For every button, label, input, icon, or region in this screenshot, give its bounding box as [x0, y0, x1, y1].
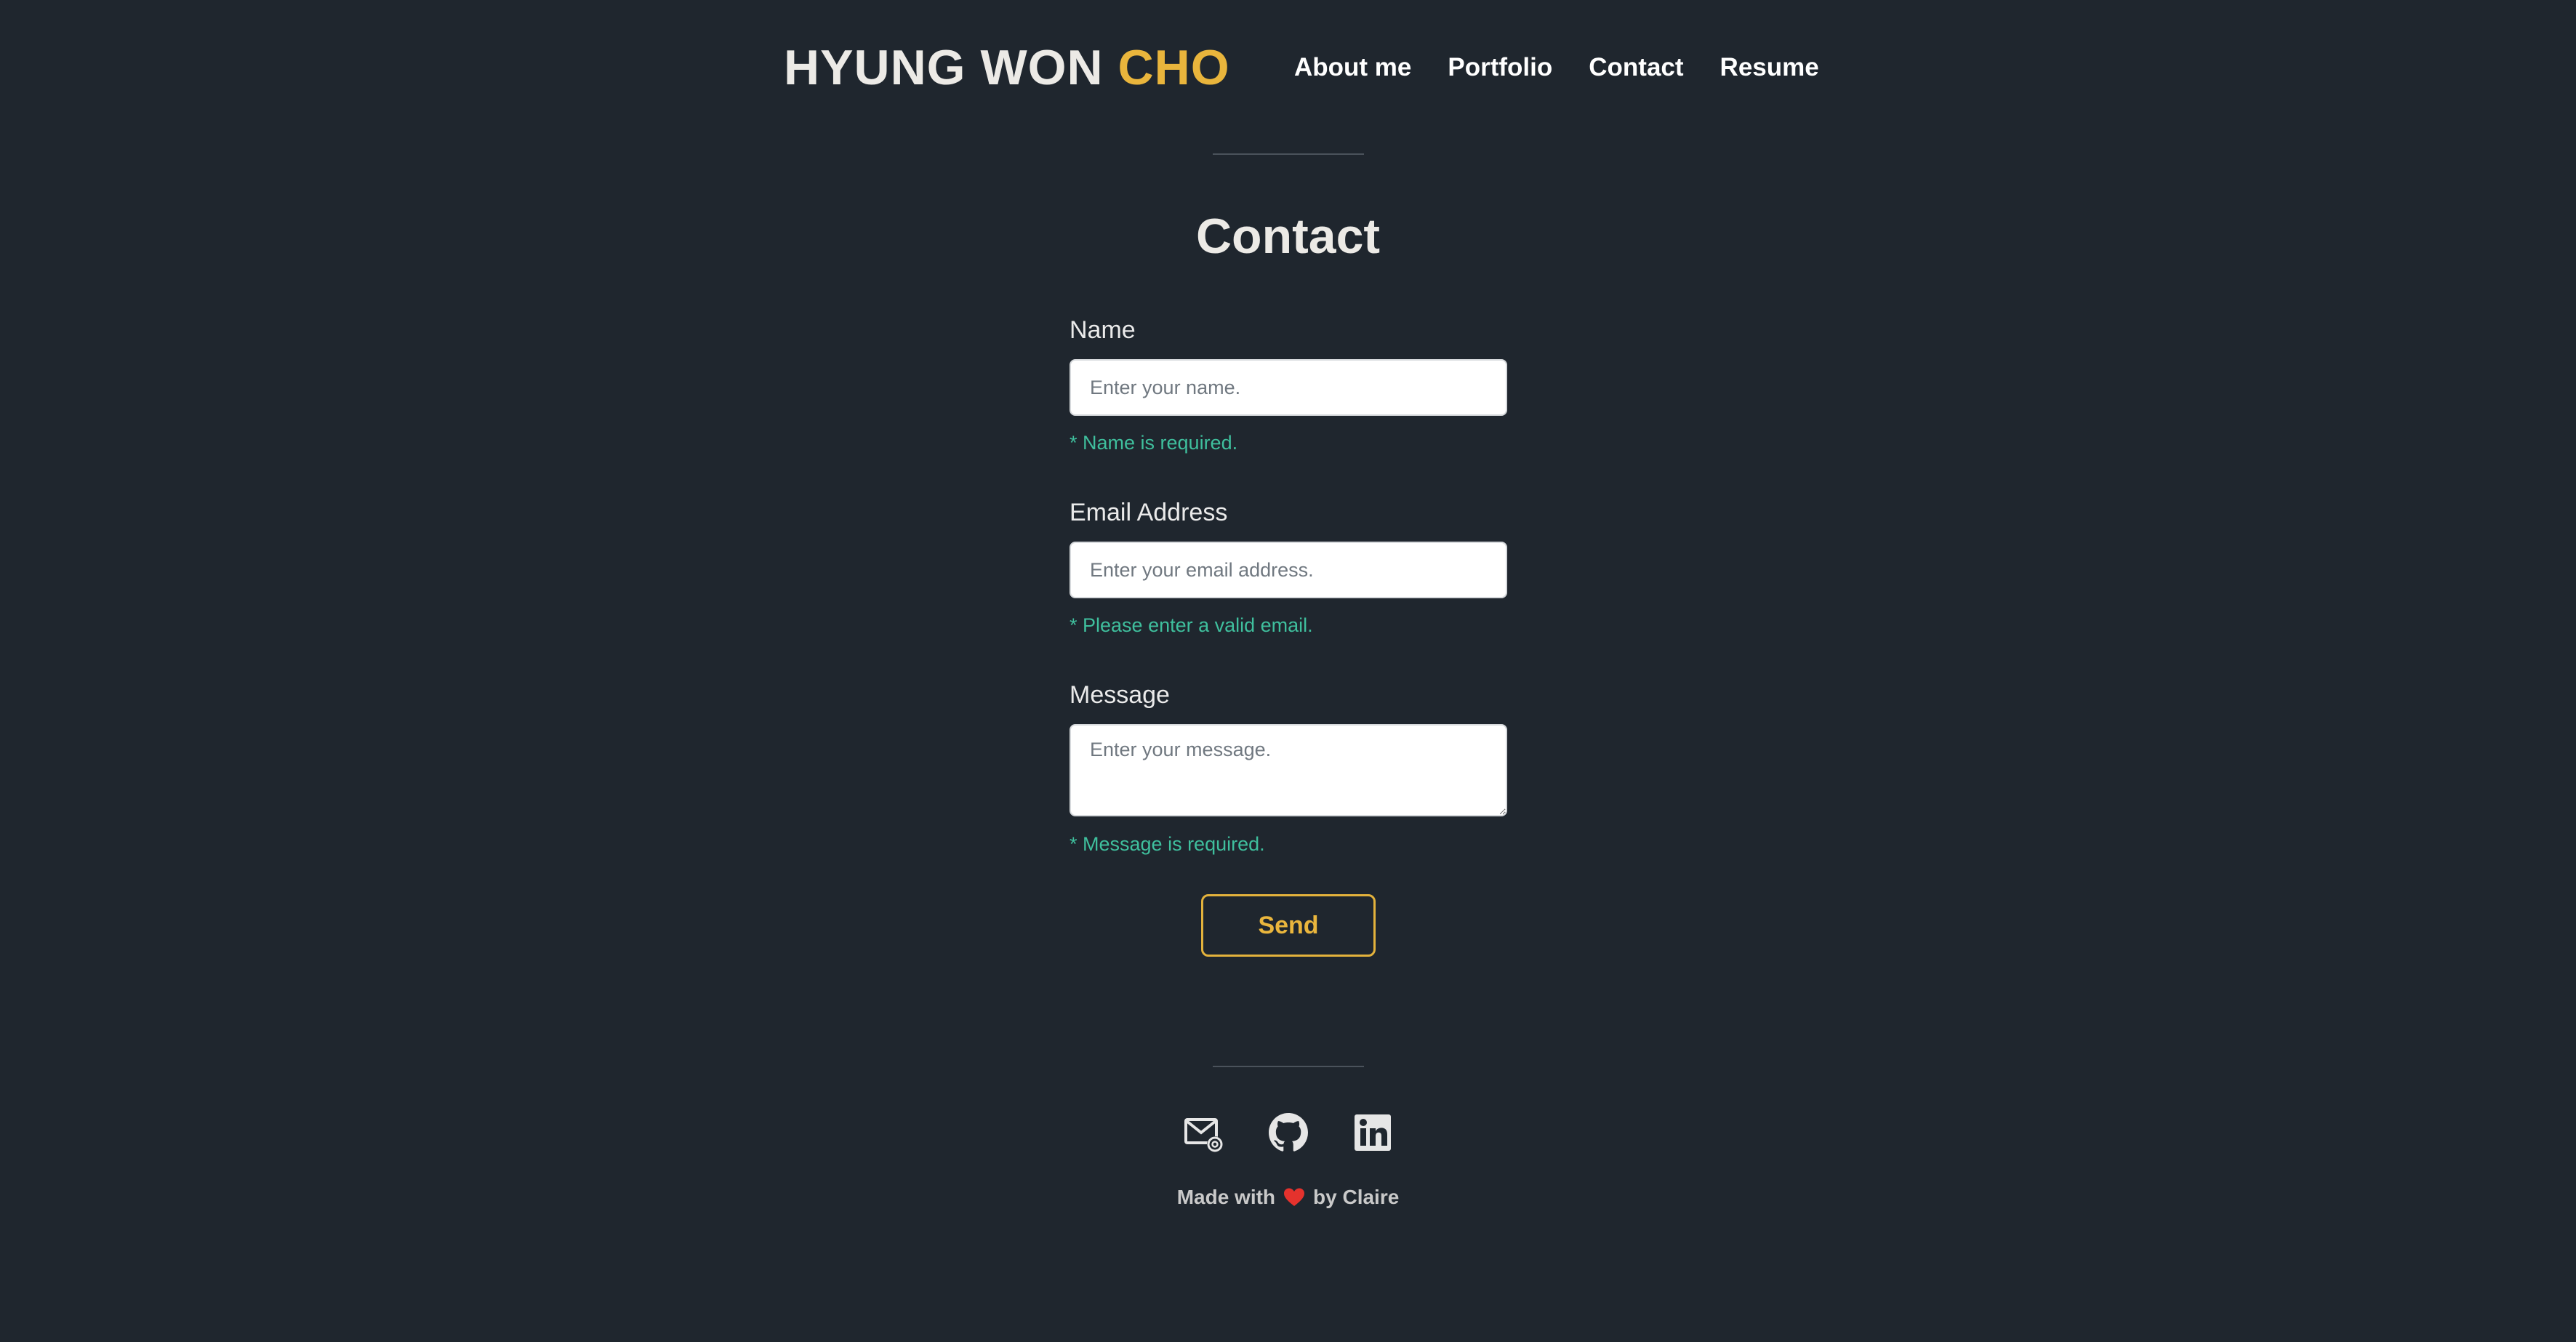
name-label: Name: [1070, 316, 1136, 344]
nav-resume[interactable]: Resume: [1720, 53, 1819, 82]
site-logo[interactable]: HYUNG WON CHO: [784, 35, 1230, 100]
made-with-credit: Made with by Claire: [0, 1181, 2576, 1213]
made-with-prefix: Made with: [1176, 1186, 1276, 1208]
email-icon: [1184, 1118, 1223, 1152]
heart-icon: [1284, 1188, 1305, 1207]
nav-contact[interactable]: Contact: [1589, 53, 1683, 82]
logo-accent-text: CHO: [1118, 40, 1230, 95]
message-error: * Message is required.: [1070, 833, 1265, 855]
header-divider: [1213, 153, 1364, 155]
email-input[interactable]: [1070, 542, 1507, 598]
made-with-suffix: by Claire: [1313, 1186, 1400, 1208]
nav-about-me[interactable]: About me: [1294, 53, 1411, 82]
email-link[interactable]: [1184, 1112, 1224, 1153]
message-textarea[interactable]: [1070, 724, 1507, 816]
name-input[interactable]: [1070, 359, 1507, 416]
page-title: Contact: [1195, 209, 1381, 264]
linkedin-icon: [1354, 1114, 1391, 1151]
github-link[interactable]: [1268, 1112, 1308, 1153]
footer-divider: [1213, 1066, 1364, 1067]
main-nav: About me Portfolio Contact Resume: [1294, 49, 1819, 86]
nav-portfolio[interactable]: Portfolio: [1448, 53, 1552, 82]
github-icon: [1268, 1113, 1308, 1152]
logo-main-text: HYUNG WON: [784, 40, 1118, 95]
send-button[interactable]: Send: [1201, 894, 1376, 957]
site-header: HYUNG WON CHO About me Portfolio Contact…: [0, 0, 2576, 135]
email-error: * Please enter a valid email.: [1070, 614, 1313, 636]
social-links: [0, 1112, 2576, 1153]
email-label: Email Address: [1070, 499, 1228, 526]
name-error: * Name is required.: [1070, 432, 1238, 454]
linkedin-link[interactable]: [1353, 1112, 1392, 1153]
message-label: Message: [1070, 681, 1170, 709]
